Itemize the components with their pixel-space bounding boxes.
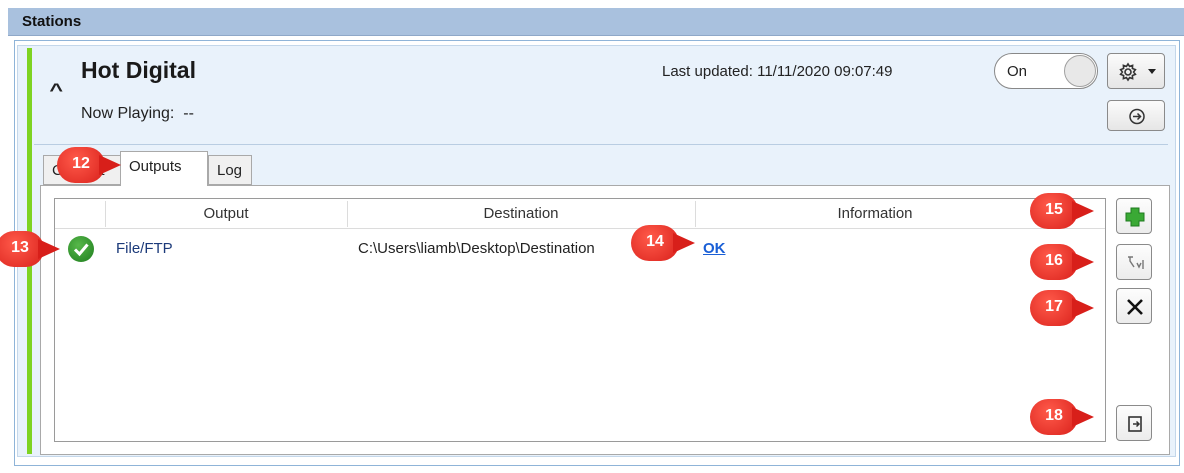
callout-15: 15 <box>1030 193 1096 229</box>
table-cell-destination[interactable]: C:\Users\liamb\Desktop\Destination <box>358 240 595 257</box>
callout-12: 12 <box>57 147 123 183</box>
callout-14: 14 <box>631 225 697 261</box>
tab-log[interactable]: Log <box>208 155 252 185</box>
tab-outputs-label: Outputs <box>129 158 182 175</box>
stations-title: Stations <box>22 13 82 30</box>
now-playing: Now Playing: -- <box>81 105 194 123</box>
settings-dropdown-button[interactable] <box>1107 53 1165 89</box>
outputs-table: Output Destination Information <box>54 198 1106 442</box>
header-separator <box>34 144 1168 145</box>
last-updated: Last updated: 11/11/2020 09:07:49 <box>662 63 893 80</box>
station-on-toggle[interactable]: On <box>994 53 1098 89</box>
toggle-knob[interactable] <box>1064 55 1096 87</box>
delete-icon <box>1127 299 1143 315</box>
delete-output-button[interactable] <box>1116 288 1152 324</box>
table-cell-output[interactable]: File/FTP <box>116 240 173 257</box>
collapse-chevron-icon[interactable]: ^ <box>49 80 63 101</box>
export-icon <box>1128 416 1142 432</box>
last-updated-value: 11/11/2020 09:07:49 <box>757 63 893 80</box>
check-circle-icon <box>68 236 94 262</box>
now-playing-label: Now Playing: <box>81 105 175 122</box>
edit-output-icon <box>1128 256 1144 269</box>
go-to-station-button[interactable] <box>1107 100 1165 131</box>
callout-13: 13 <box>0 231 62 267</box>
table-cell-information-link[interactable]: OK <box>703 240 726 257</box>
now-playing-value: -- <box>183 105 194 122</box>
arrow-right-circle-icon <box>1129 108 1145 125</box>
callout-17: 17 <box>1030 290 1096 326</box>
add-icon <box>1125 207 1145 227</box>
edit-output-button[interactable] <box>1116 244 1152 280</box>
export-button[interactable] <box>1116 405 1152 441</box>
tab-outputs[interactable]: Outputs <box>120 151 208 186</box>
last-updated-label: Last updated: <box>662 63 753 80</box>
tab-log-label: Log <box>217 162 243 179</box>
callout-16: 16 <box>1030 244 1096 280</box>
station-name: Hot Digital <box>81 57 196 83</box>
add-output-button[interactable] <box>1116 198 1152 234</box>
stations-title-bar: Stations <box>8 8 1184 36</box>
column-header-destination[interactable]: Destination <box>347 205 695 222</box>
column-header-information[interactable]: Information <box>695 205 1055 222</box>
callout-18: 18 <box>1030 399 1096 435</box>
toggle-label: On <box>1007 63 1028 80</box>
column-header-output[interactable]: Output <box>105 205 347 222</box>
outputs-table-header: Output Destination Information <box>55 199 1105 229</box>
gear-icon <box>1119 62 1156 82</box>
chevron-down-icon <box>1148 69 1156 74</box>
